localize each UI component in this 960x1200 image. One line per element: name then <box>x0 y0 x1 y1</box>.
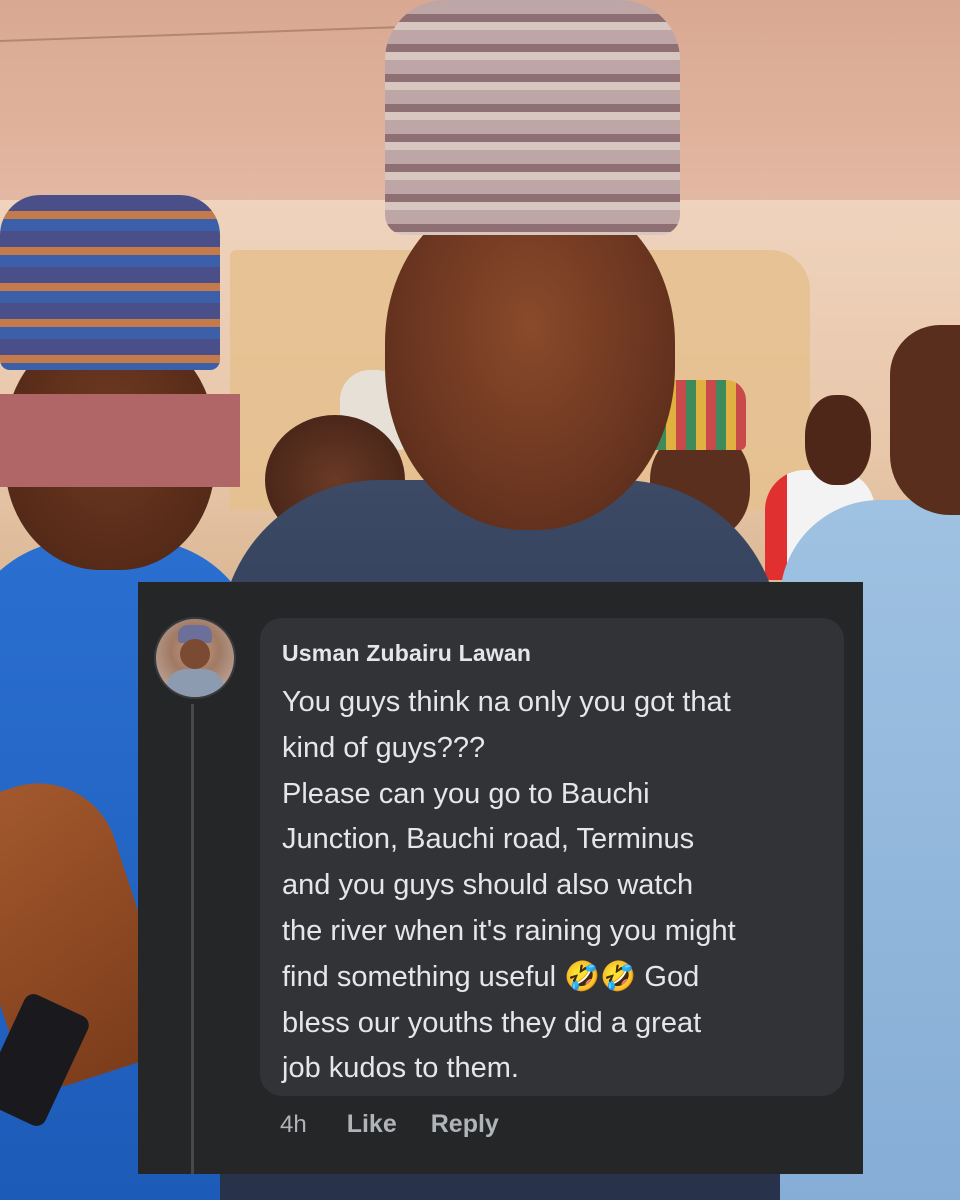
comment-line: Please can you go to Bauchi <box>282 777 650 810</box>
right-person-head <box>890 325 960 515</box>
like-button[interactable]: Like <box>347 1110 397 1139</box>
main-person-head <box>385 190 675 530</box>
comment-actions: 4h Like Reply <box>280 1110 533 1139</box>
avatar-body <box>166 669 224 697</box>
comment-line: job kudos to them. <box>282 1052 519 1085</box>
main-person-cap <box>385 0 680 235</box>
left-person-cap <box>0 195 220 370</box>
comment-line: and you guys should also watch <box>282 869 694 902</box>
comment-card: Usman Zubairu Lawan You guys think na on… <box>138 582 863 1174</box>
comment-author[interactable]: Usman Zubairu Lawan <box>282 640 531 667</box>
comment-body: You guys think na only you got that kind… <box>282 680 842 1092</box>
avatar-face <box>180 639 210 669</box>
comment-line: You guys think na only you got that <box>282 686 731 718</box>
redaction-block <box>0 394 240 487</box>
comment-line: Junction, Bauchi road, Terminus <box>282 823 695 856</box>
avatar[interactable] <box>154 617 236 699</box>
comment-line: bless our youths they did a great <box>282 1006 702 1039</box>
comment-line: the river when it's raining you might <box>282 914 736 947</box>
background-person-head <box>805 395 871 485</box>
comment-line: find something useful 🤣🤣 God <box>282 960 700 993</box>
reply-button[interactable]: Reply <box>431 1110 499 1139</box>
comment-line: kind of guys??? <box>282 731 486 764</box>
comment-timestamp: 4h <box>280 1110 307 1138</box>
thread-line <box>191 704 194 1174</box>
comment-bubble: Usman Zubairu Lawan You guys think na on… <box>260 618 844 1096</box>
